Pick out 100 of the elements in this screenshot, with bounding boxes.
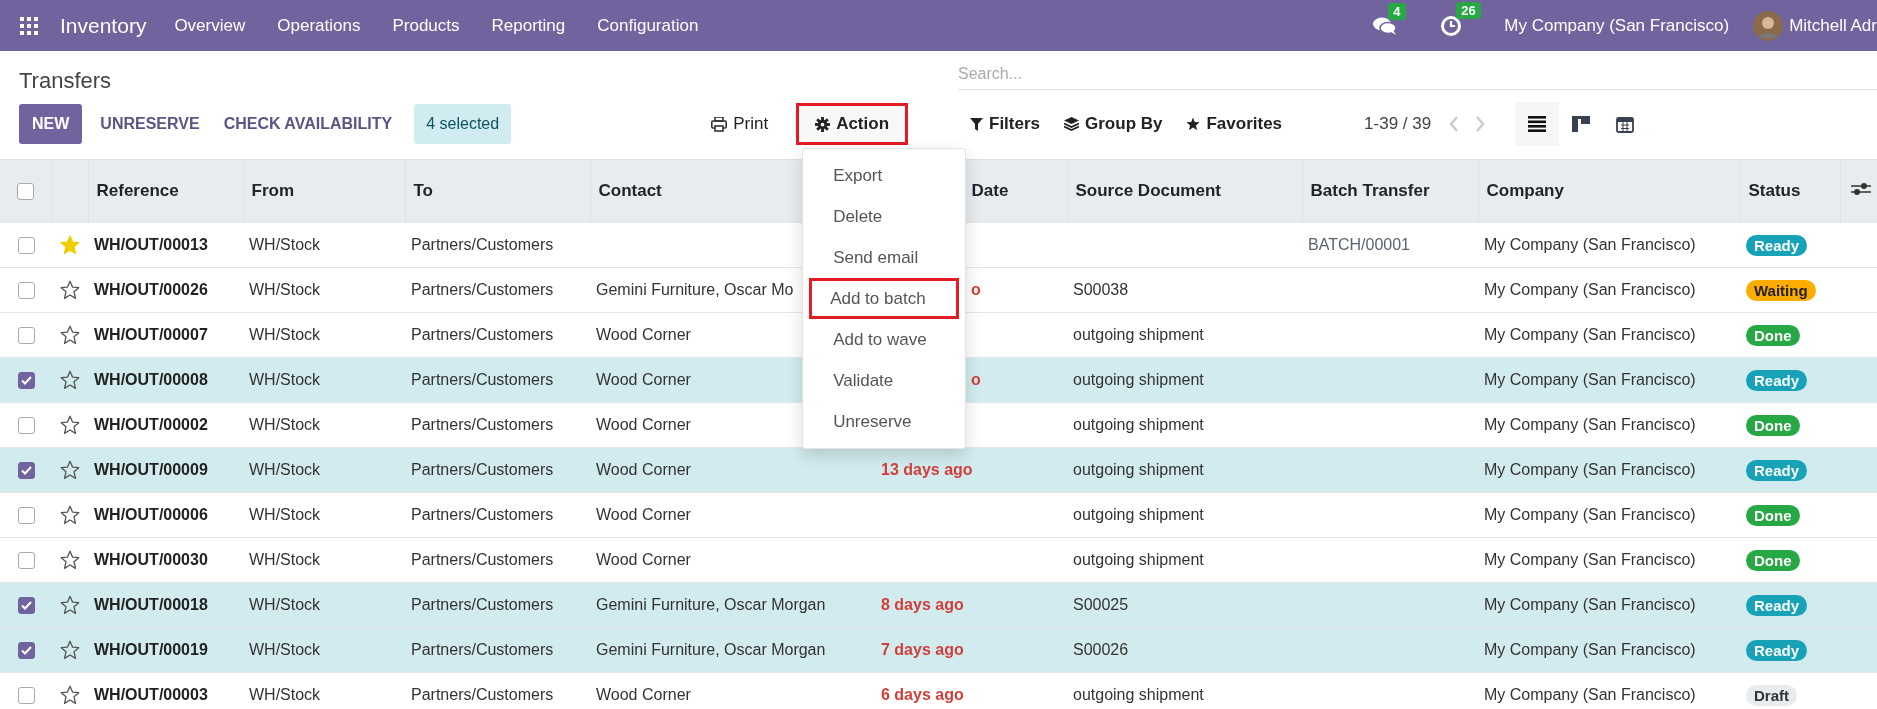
- row-checkbox[interactable]: [17, 237, 35, 255]
- column-header[interactable]: Company: [1486, 181, 1564, 200]
- favorites-button[interactable]: Favorites: [1186, 110, 1283, 138]
- menu-item[interactable]: Validate: [803, 360, 960, 401]
- table-cell: BATCH/00001: [1308, 236, 1410, 253]
- table-cell: My Company (San Francisco): [1484, 551, 1696, 568]
- column-settings-icon[interactable]: [1850, 180, 1871, 197]
- table-cell: My Company (San Francisco): [1484, 371, 1696, 388]
- table-cell: WH/OUT/00030: [94, 551, 208, 568]
- row-checkbox[interactable]: [17, 552, 35, 570]
- column-header[interactable]: Status: [1748, 181, 1801, 200]
- table-cell: Partners/Customers: [411, 416, 554, 433]
- row-checkbox[interactable]: [17, 327, 35, 345]
- column-header[interactable]: To: [413, 181, 433, 200]
- table-cell: Gemini Furniture, Oscar Mo: [596, 281, 794, 298]
- row-checkbox[interactable]: [17, 282, 35, 300]
- table-cell: Wood Corner: [596, 461, 691, 478]
- star-icon[interactable]: [60, 505, 80, 525]
- star-icon[interactable]: [60, 415, 80, 435]
- star-icon[interactable]: [60, 685, 80, 705]
- check-availability-button[interactable]: CHECK AVAILABILITY: [211, 104, 405, 144]
- menu-item[interactable]: Add to batch: [809, 278, 960, 319]
- list-view-button[interactable]: [1515, 102, 1560, 146]
- table-cell: Gemini Furniture, Oscar Morgan: [596, 596, 826, 613]
- select-all-checkbox[interactable]: [17, 183, 35, 200]
- status-badge: Ready: [1746, 594, 1808, 616]
- table-cell: Partners/Customers: [411, 596, 554, 613]
- table-cell: o: [971, 371, 981, 388]
- nav-menu-item[interactable]: Reporting: [491, 15, 566, 36]
- table-cell: WH/OUT/00018: [94, 596, 208, 613]
- row-checkbox[interactable]: [17, 507, 35, 525]
- row-checkbox[interactable]: [17, 372, 35, 390]
- row-checkbox[interactable]: [17, 462, 35, 480]
- table-cell: Partners/Customers: [411, 551, 554, 568]
- status-badge: Done: [1746, 414, 1800, 436]
- table-cell: WH/Stock: [249, 506, 321, 523]
- column-header[interactable]: Contact: [598, 181, 662, 200]
- table-cell: WH/Stock: [249, 371, 321, 388]
- star-icon[interactable]: [60, 640, 80, 660]
- layers-icon: [1064, 117, 1080, 131]
- star-icon[interactable]: [60, 280, 80, 300]
- table-cell: outgoing shipment: [1073, 326, 1204, 343]
- table-cell: WH/Stock: [249, 551, 321, 568]
- row-checkbox[interactable]: [17, 642, 35, 660]
- column-header[interactable]: From: [251, 181, 294, 200]
- menu-item[interactable]: Send email: [803, 237, 960, 278]
- table-cell: WH/OUT/00009: [94, 461, 208, 478]
- status-badge: Waiting: [1746, 279, 1816, 301]
- table-cell: WH/OUT/00007: [94, 326, 208, 343]
- app-name[interactable]: Inventory: [60, 13, 147, 38]
- table-cell: Partners/Customers: [411, 371, 554, 388]
- menu-item[interactable]: Unreserve: [803, 401, 960, 442]
- nav-menu-item[interactable]: Overview: [174, 15, 246, 36]
- row-checkbox[interactable]: [17, 417, 35, 435]
- column-header[interactable]: Date: [971, 181, 1009, 200]
- table-cell: My Company (San Francisco): [1484, 326, 1696, 343]
- table-cell: My Company (San Francisco): [1484, 641, 1696, 658]
- table-cell: WH/OUT/00013: [94, 236, 208, 253]
- row-checkbox[interactable]: [17, 687, 35, 705]
- table-cell: WH/Stock: [249, 326, 321, 343]
- chat-icon[interactable]: [1372, 15, 1399, 36]
- menu-item[interactable]: Add to wave: [803, 319, 960, 360]
- print-button[interactable]: Print: [701, 106, 779, 142]
- table-cell: My Company (San Francisco): [1484, 686, 1696, 703]
- apps-menu-icon[interactable]: [20, 16, 38, 35]
- table-cell: WH/OUT/00019: [94, 641, 208, 658]
- checkmark-icon: [20, 601, 32, 611]
- table-cell: Partners/Customers: [411, 236, 554, 253]
- table-cell: WH/OUT/00026: [94, 281, 208, 298]
- filters-button[interactable]: Filters: [970, 110, 1041, 138]
- star-icon[interactable]: [60, 370, 80, 390]
- table-cell: WH/OUT/00008: [94, 371, 208, 388]
- menu-item[interactable]: Delete: [803, 196, 960, 237]
- nav-menu-item[interactable]: Configuration: [597, 15, 699, 36]
- nav-menu-item[interactable]: Operations: [277, 15, 361, 36]
- star-icon[interactable]: [60, 595, 80, 615]
- new-button[interactable]: NEW: [19, 104, 83, 144]
- table-cell: WH/Stock: [249, 596, 321, 613]
- user-name[interactable]: Mitchell Adr: [1789, 15, 1877, 36]
- nav-menu-item[interactable]: Products: [392, 15, 460, 36]
- message-count-badge: 4: [1388, 2, 1406, 20]
- star-icon[interactable]: [60, 550, 80, 570]
- column-header[interactable]: Reference: [96, 181, 179, 200]
- column-header[interactable]: Source Document: [1075, 181, 1221, 200]
- clock-icon[interactable]: [1440, 14, 1463, 37]
- user-avatar[interactable]: [1753, 10, 1784, 41]
- table-cell: WH/Stock: [249, 641, 321, 658]
- status-badge: Done: [1746, 324, 1800, 346]
- star-icon[interactable]: [60, 460, 80, 480]
- company-switcher[interactable]: My Company (San Francisco): [1504, 15, 1730, 36]
- group-by-button[interactable]: Group By: [1064, 110, 1163, 138]
- table-cell: o: [971, 281, 981, 298]
- star-icon[interactable]: [60, 325, 80, 345]
- checkmark-icon: [20, 646, 32, 656]
- menu-item[interactable]: Export: [803, 155, 960, 196]
- table-cell: outgoing shipment: [1073, 371, 1204, 388]
- table-cell: WH/Stock: [249, 461, 321, 478]
- action-button[interactable]: Action: [796, 103, 908, 145]
- unreserve-button[interactable]: UNRESERVE: [88, 104, 212, 144]
- row-checkbox[interactable]: [17, 597, 35, 615]
